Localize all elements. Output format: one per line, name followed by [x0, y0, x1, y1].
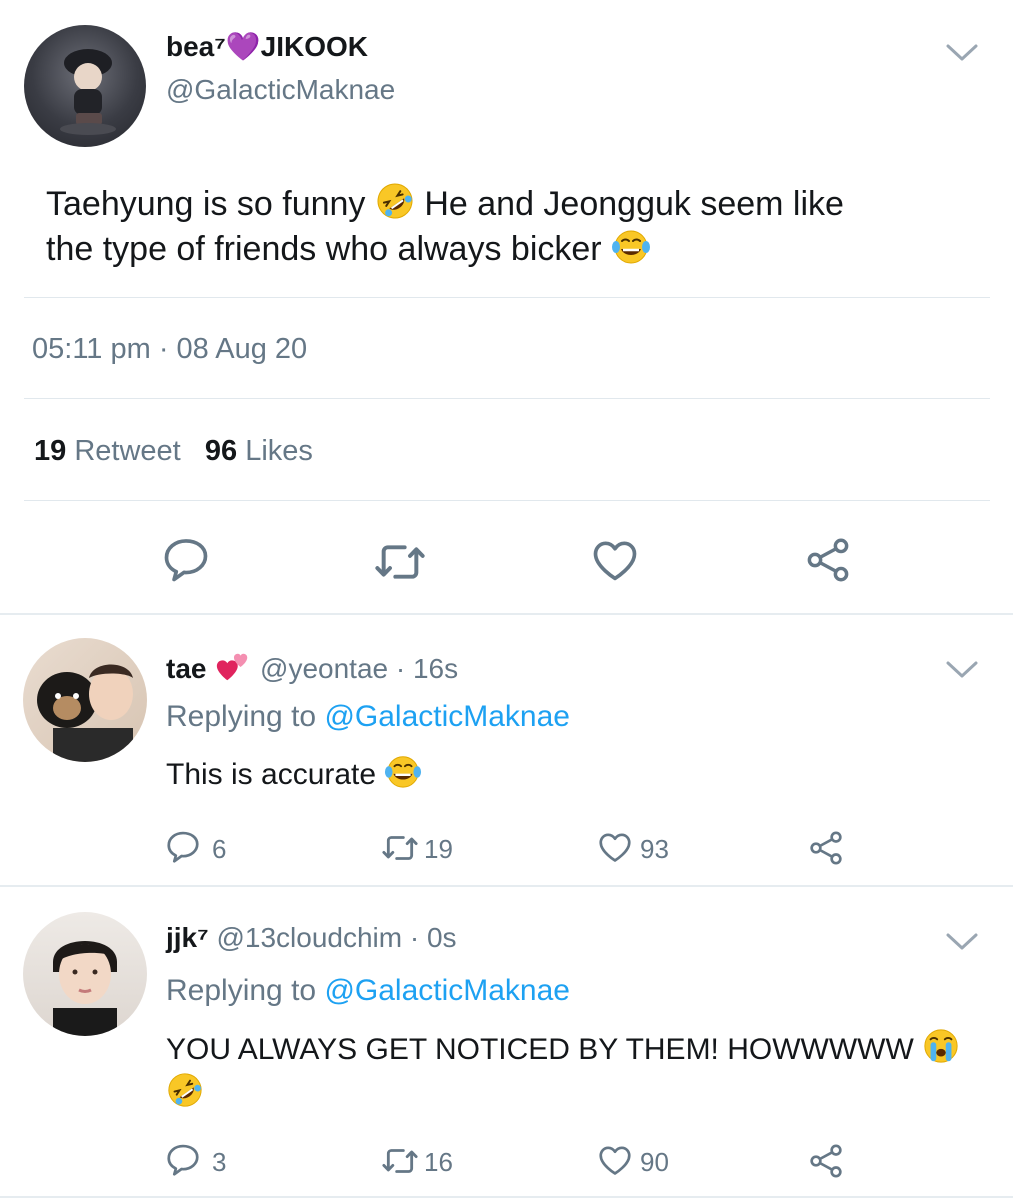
handle-and-time[interactable]: @13cloudchim · 0s [216, 922, 456, 953]
reply-text: This is accurate [166, 758, 377, 791]
engagement-stats: 19 Retweet 96 Likes [34, 435, 313, 468]
chevron-down-icon[interactable] [945, 660, 979, 680]
display-name[interactable]: jjk⁷ [166, 922, 209, 953]
reply-text: YOU ALWAYS GET NOTICED BY THEM! HOWWWWW [166, 1033, 914, 1066]
avatar-photo-icon [37, 664, 133, 762]
share-icon[interactable] [806, 1141, 846, 1181]
replying-to-label: Replying to [166, 974, 317, 1007]
retweet-icon[interactable] [372, 534, 428, 590]
like-icon[interactable] [589, 534, 641, 586]
divider [24, 297, 990, 298]
chevron-down-icon[interactable] [945, 932, 979, 952]
handle-and-time[interactable]: @yeontae · 16s [260, 653, 458, 684]
tweet-text-line-2: the type of friends who always bicker [46, 230, 602, 268]
tweet-text: Taehyung is so funny He and Jeongguk see… [46, 181, 986, 271]
reply-icon[interactable] [160, 534, 212, 586]
likes-stat[interactable]: 96 Likes [205, 435, 313, 467]
chevron-down-icon[interactable] [945, 43, 979, 63]
avatar-figure-icon [60, 49, 116, 135]
reply-icon[interactable] [164, 828, 202, 866]
retweet-count: 19 [34, 435, 67, 467]
sob-emoji-icon [922, 1027, 960, 1065]
retweet-label: Retweet [74, 435, 181, 467]
revolving-hearts-icon [214, 648, 252, 686]
reply-icon[interactable] [164, 1141, 202, 1179]
joy-emoji-icon [384, 752, 422, 790]
retweets-stat[interactable]: 19 Retweet [34, 435, 189, 467]
replying-to-handle[interactable]: @GalacticMaknae [324, 700, 570, 733]
replying-to: Replying to @GalacticMaknae [166, 700, 570, 734]
avatar[interactable] [24, 25, 146, 147]
tweet-text-part-2: He and Jeongguk seem like [424, 185, 844, 223]
reply-count: 6 [212, 834, 227, 864]
share-icon[interactable] [806, 828, 846, 868]
like-count: 93 [640, 834, 669, 864]
section-divider [0, 1196, 1013, 1198]
like-count: 90 [640, 1147, 669, 1177]
avatar-photo-icon [53, 941, 117, 1036]
reply-count: 3 [212, 1147, 227, 1177]
joy-emoji-icon [611, 226, 651, 266]
likes-label: Likes [245, 435, 313, 467]
like-icon[interactable] [596, 828, 634, 866]
avatar[interactable] [23, 638, 147, 762]
replying-to-handle[interactable]: @GalacticMaknae [324, 974, 570, 1007]
timestamp: 05:11 pm · 08 Aug 20 [32, 333, 308, 365]
like-icon[interactable] [596, 1141, 634, 1179]
divider [24, 500, 990, 501]
likes-count: 96 [204, 435, 238, 467]
retweet-count: 19 [424, 834, 453, 864]
display-name[interactable]: bea⁷💜JIKOOK [166, 31, 368, 62]
replying-to-label: Replying to [166, 700, 317, 733]
retweet-icon[interactable] [380, 1141, 420, 1181]
display-name[interactable]: tae [166, 653, 206, 684]
rofl-emoji-icon [375, 181, 415, 221]
user-handle[interactable]: @GalacticMaknae [166, 74, 395, 106]
rofl-emoji-icon [166, 1071, 204, 1109]
replying-to: Replying to @GalacticMaknae [166, 974, 570, 1008]
tweet-text-part-1: Taehyung is so funny [46, 185, 366, 223]
section-divider [0, 885, 1013, 887]
retweet-count: 16 [424, 1147, 453, 1177]
share-icon[interactable] [802, 534, 854, 586]
retweet-icon[interactable] [380, 828, 420, 868]
avatar[interactable] [23, 912, 147, 1036]
divider [24, 398, 990, 399]
section-divider [0, 613, 1013, 615]
